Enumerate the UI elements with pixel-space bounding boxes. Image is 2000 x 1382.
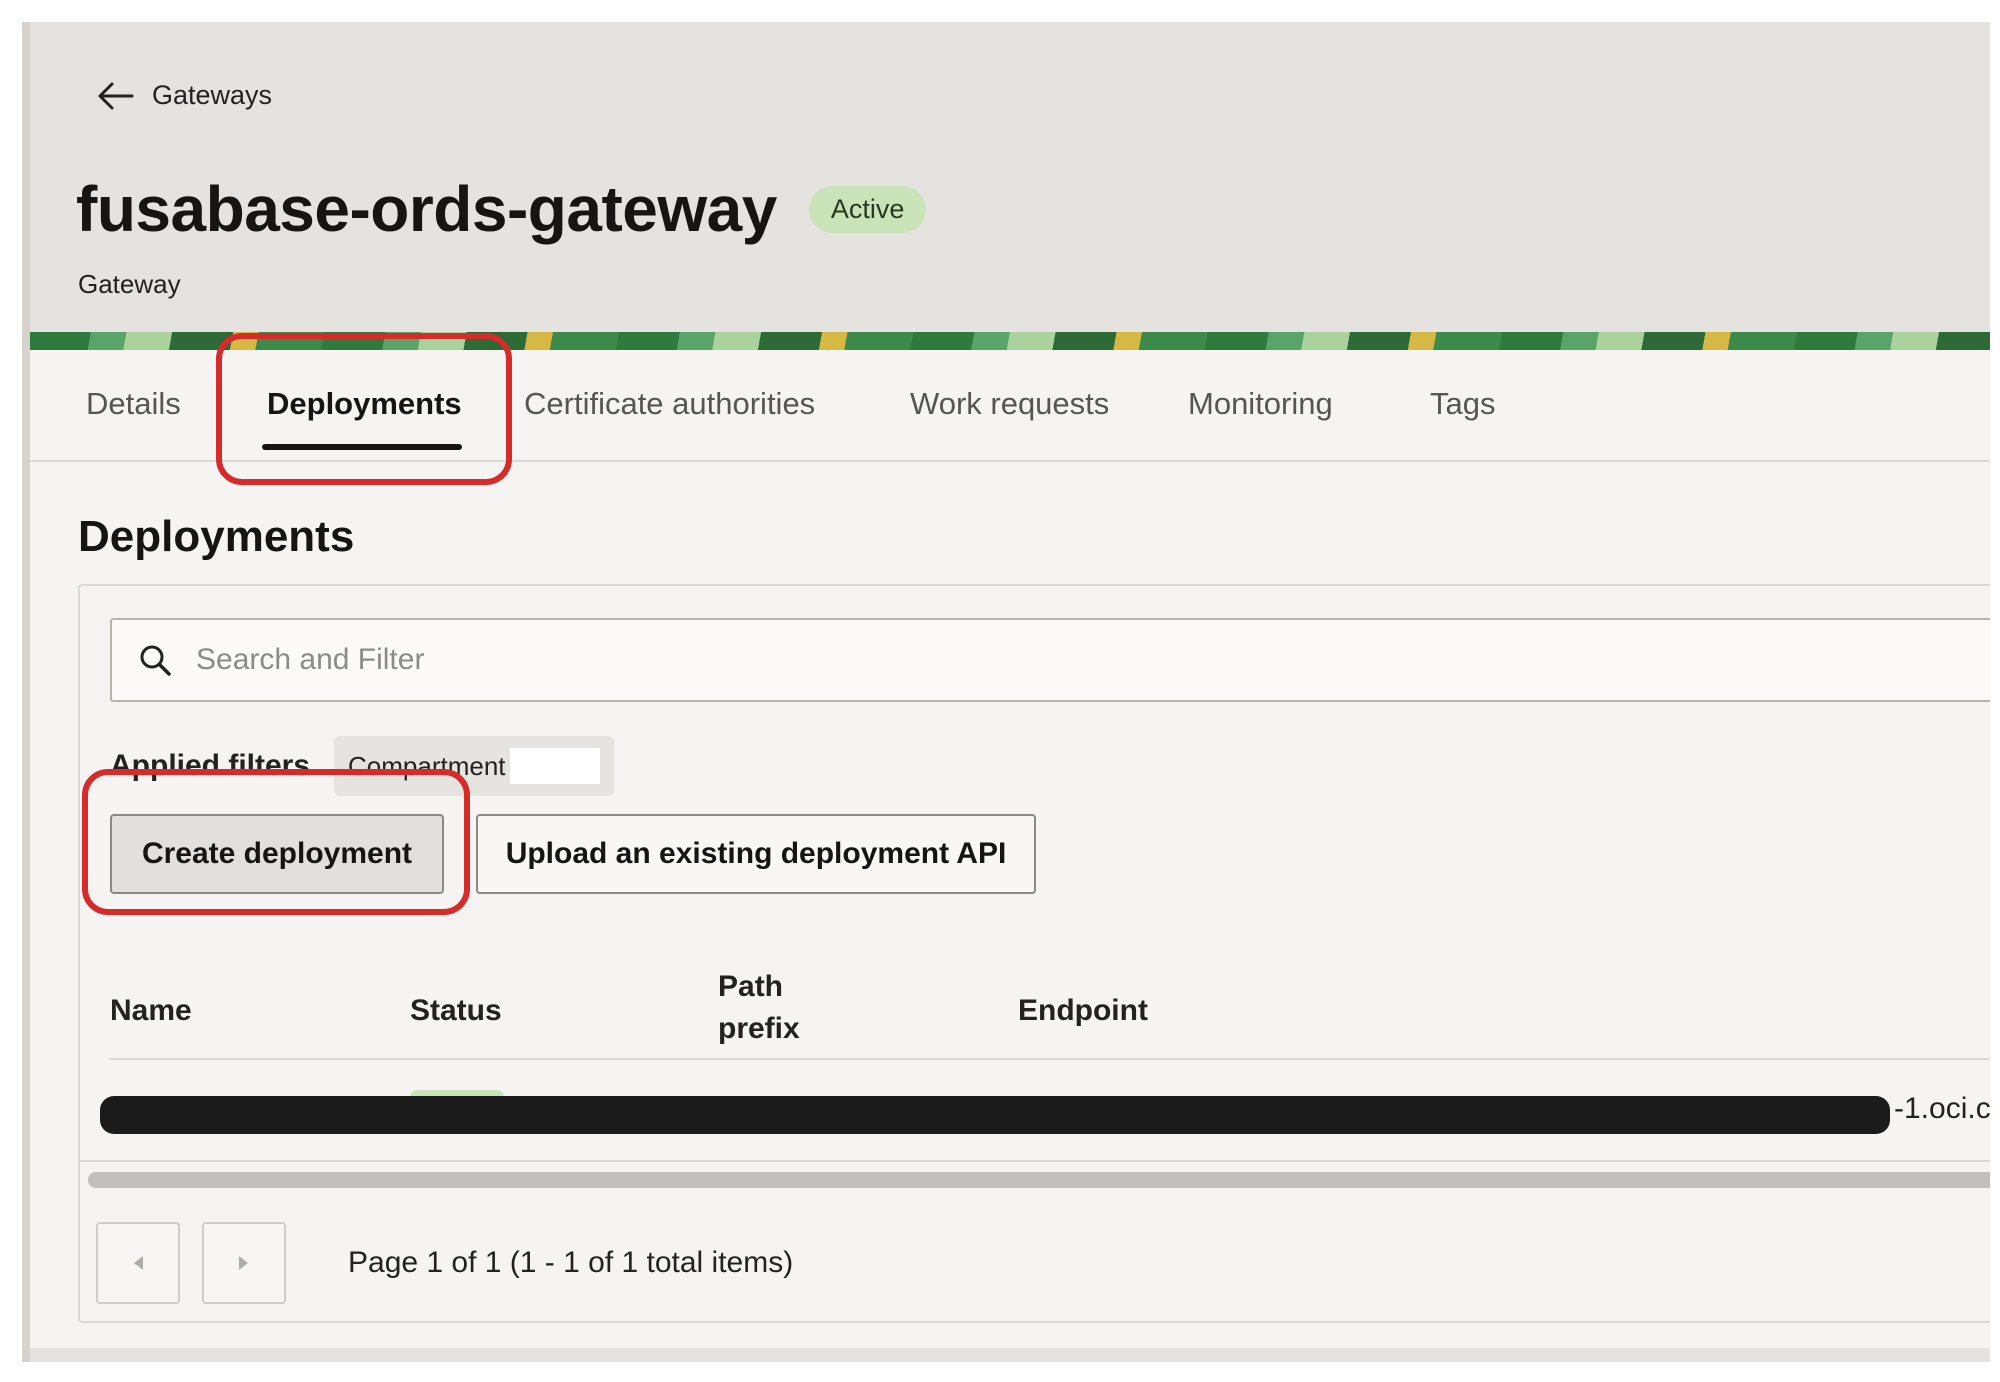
filter-chip-value — [509, 748, 600, 784]
previous-page-button[interactable] — [96, 1222, 180, 1304]
caret-left-icon — [134, 1256, 143, 1270]
next-page-button[interactable] — [202, 1222, 286, 1304]
column-header-endpoint[interactable]: Endpoint — [1018, 990, 1148, 1032]
tab-tags[interactable]: Tags — [1430, 386, 1495, 422]
back-link-label: Gateways — [152, 80, 273, 110]
deployments-panel: Applied filters Compartment Create deplo… — [78, 584, 1990, 1323]
status-badge: Active — [808, 185, 927, 233]
arrow-left-icon — [98, 82, 134, 109]
tab-details[interactable]: Details — [86, 386, 181, 422]
pagination: Page 1 of 1 (1 - 1 of 1 total items) — [96, 1222, 793, 1304]
active-tab-indicator — [262, 444, 462, 450]
tab-monitoring[interactable]: Monitoring — [1188, 386, 1333, 422]
console-frame: Gateways fusabase-ords-gateway Active Ga… — [22, 22, 1990, 1362]
page-header: Gateways fusabase-ords-gateway Active Ga… — [30, 22, 1990, 332]
horizontal-scrollbar[interactable] — [88, 1172, 1990, 1188]
filter-chip-name: Compartment — [348, 750, 506, 781]
search-icon — [140, 645, 171, 676]
resource-type-label: Gateway — [78, 269, 181, 299]
filter-chip-compartment[interactable]: Compartment — [334, 736, 614, 796]
search-input[interactable] — [194, 642, 1898, 678]
back-to-gateways-link[interactable]: Gateways — [96, 80, 272, 111]
tab-certificate-authorities[interactable]: Certificate authorities — [524, 386, 815, 422]
applied-filters: Applied filters Compartment — [110, 736, 614, 796]
upload-deployment-api-button[interactable]: Upload an existing deployment API — [476, 814, 1036, 894]
table-row[interactable]: -1.oci.c — [80, 1060, 1990, 1162]
column-header-name[interactable]: Name — [110, 990, 192, 1032]
table-header: Name Status Path prefix Endpoint — [110, 962, 1990, 1060]
endpoint-cell[interactable]: -1.oci.c — [1894, 1092, 1990, 1126]
pagination-status: Page 1 of 1 (1 - 1 of 1 total items) — [348, 1246, 794, 1279]
column-header-status[interactable]: Status — [410, 990, 502, 1032]
tab-deployments[interactable]: Deployments — [267, 386, 462, 422]
decorative-banner — [30, 332, 1990, 350]
column-header-path-prefix[interactable]: Path prefix — [718, 966, 800, 1050]
search-filter-box[interactable] — [110, 618, 1990, 702]
redacted-content — [100, 1096, 1890, 1134]
tab-bar: Details Deployments Certificate authorit… — [30, 350, 1990, 462]
page-title: fusabase-ords-gateway — [76, 173, 777, 245]
caret-right-icon — [239, 1256, 248, 1270]
create-deployment-button[interactable]: Create deployment — [110, 814, 444, 894]
tab-work-requests[interactable]: Work requests — [910, 386, 1109, 422]
section-title: Deployments — [78, 512, 355, 561]
applied-filters-label: Applied filters — [110, 749, 311, 782]
bottom-strip — [30, 1348, 1990, 1362]
